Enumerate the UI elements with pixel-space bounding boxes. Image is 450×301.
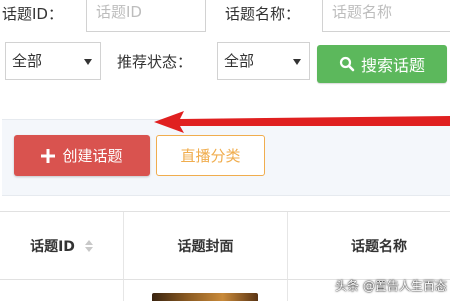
category-select[interactable]: 全部 xyxy=(5,42,101,80)
topic-name-input[interactable]: 话题名称 xyxy=(322,0,450,32)
column-header-topic-id-label: 话题ID xyxy=(30,238,75,255)
live-category-button[interactable]: 直播分类 xyxy=(156,135,265,176)
chevron-down-icon xyxy=(84,59,92,65)
create-topic-button[interactable]: 创建话题 xyxy=(14,135,150,176)
search-topic-button[interactable]: 搜索话题 xyxy=(317,45,447,83)
recommend-status-label: 推荐状态： xyxy=(117,53,193,71)
recommend-status-select[interactable]: 全部 xyxy=(217,42,310,80)
column-header-topic-id[interactable]: 话题ID xyxy=(0,212,124,280)
column-divider xyxy=(287,280,288,301)
column-header-topic-cover-label: 话题封面 xyxy=(177,238,234,255)
watermark-text: 头条 @置告人生百态 xyxy=(335,279,447,293)
column-divider xyxy=(123,280,124,301)
plus-icon xyxy=(41,148,56,163)
annotation-arrow-icon xyxy=(154,111,450,133)
category-select-value: 全部 xyxy=(12,52,43,70)
topic-id-input[interactable]: 话题ID xyxy=(86,0,206,32)
search-icon xyxy=(339,56,355,72)
column-header-topic-name-label: 话题名称 xyxy=(351,238,407,255)
chevron-down-icon xyxy=(293,59,301,65)
sort-icon xyxy=(84,239,93,252)
live-category-label: 直播分类 xyxy=(180,147,241,165)
column-header-topic-cover: 话题封面 xyxy=(124,212,288,280)
search-topic-label: 搜索话题 xyxy=(360,56,425,75)
topic-id-label: 话题ID： xyxy=(2,5,63,23)
topic-name-label: 话题名称： xyxy=(225,5,301,23)
recommend-status-value: 全部 xyxy=(224,52,255,70)
column-header-topic-name: 话题名称 xyxy=(288,212,450,280)
create-topic-label: 创建话题 xyxy=(62,147,123,165)
